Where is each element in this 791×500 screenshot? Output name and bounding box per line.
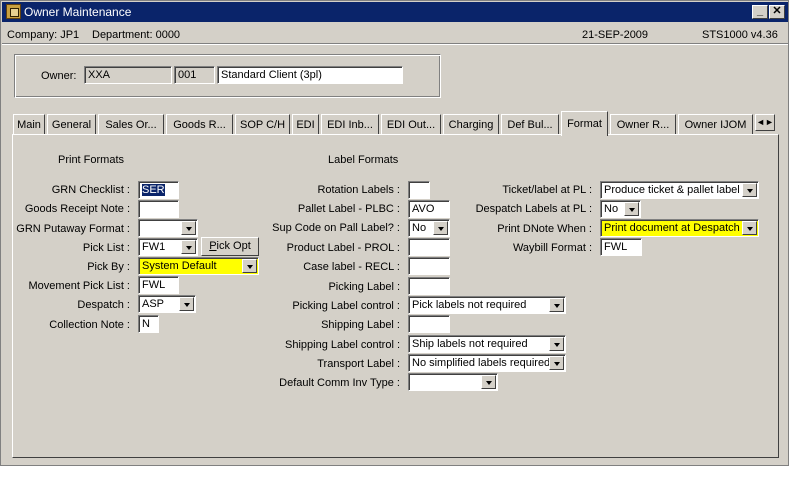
pick-by-select[interactable]: System Default — [138, 257, 259, 275]
owner-label: Owner: — [41, 70, 77, 82]
grn-checklist-field[interactable]: SER — [138, 181, 179, 199]
tab-main[interactable]: Main — [13, 114, 45, 135]
tab-charging[interactable]: Charging — [443, 114, 499, 135]
shipping-label-field[interactable] — [408, 315, 450, 333]
default-comm-inv-type-select[interactable] — [408, 373, 498, 391]
picking-label-label: Picking Label : — [328, 281, 400, 293]
case-label-label: Case label - RECL : — [303, 261, 400, 273]
chevron-down-icon[interactable] — [181, 221, 196, 235]
grn-checklist-label: GRN Checklist : — [51, 184, 130, 196]
app-icon — [6, 4, 21, 19]
tab-general[interactable]: General — [47, 114, 96, 135]
movement-pick-list-label: Movement Pick List : — [28, 280, 130, 292]
shipping-label-control-select[interactable]: Ship labels not required — [408, 335, 566, 353]
date-text: 21-SEP-2009 — [582, 29, 649, 41]
tab-def-bulk[interactable]: Def Bul... — [501, 114, 559, 135]
shipping-label-label: Shipping Label : — [321, 319, 400, 331]
tab-format[interactable]: Format — [561, 111, 608, 136]
tab-edi-outbound[interactable]: EDI Out... — [381, 114, 441, 135]
chevron-down-icon[interactable] — [179, 297, 194, 311]
transport-label-select[interactable]: No simplified labels required — [408, 354, 566, 372]
movement-pick-list-field[interactable]: FWL — [138, 276, 179, 294]
chevron-down-icon[interactable] — [481, 375, 496, 389]
despatch-labels-at-pl-label: Despatch Labels at PL : — [475, 203, 592, 215]
window-title: Owner Maintenance — [24, 5, 132, 19]
tab-edi[interactable]: EDI — [292, 114, 319, 135]
title-bar[interactable]: Owner Maintenance _ ✕ — [2, 2, 788, 22]
grn-putaway-format-select[interactable] — [138, 219, 198, 237]
chevron-down-icon[interactable] — [624, 202, 639, 216]
despatch-select[interactable]: ASP — [138, 295, 196, 313]
owner-maintenance-window: Owner Maintenance _ ✕ Company: JP1 Depar… — [0, 0, 789, 466]
product-label-field[interactable] — [408, 238, 450, 256]
waybill-format-field[interactable]: FWL — [600, 238, 642, 256]
collection-note-label: Collection Note : — [49, 319, 130, 331]
tab-sales-orders[interactable]: Sales Or... — [98, 114, 164, 135]
rotation-labels-label: Rotation Labels : — [317, 184, 400, 196]
product-label-label: Product Label - PROL : — [286, 242, 400, 254]
department-text: Department: 0000 — [92, 29, 181, 41]
despatch-label: Despatch : — [77, 299, 130, 311]
transport-label-label: Transport Label : — [317, 358, 400, 370]
print-dnote-when-select[interactable]: Print document at Despatch — [600, 219, 759, 237]
owner-name-field[interactable]: Standard Client (3pl) — [217, 66, 403, 84]
label-formats-heading: Label Formats — [328, 154, 399, 166]
pick-by-label: Pick By : — [87, 261, 130, 273]
format-tab-panel: Print Formats GRN Checklist : SER Goods … — [12, 134, 779, 458]
pick-opt-button[interactable]: Pick Opt — [201, 237, 259, 256]
chevron-down-icon[interactable] — [549, 298, 564, 312]
ticket-label-at-pl-label: Ticket/label at PL : — [502, 184, 592, 196]
despatch-labels-at-pl-select[interactable]: No — [600, 200, 641, 218]
waybill-format-label: Waybill Format : — [512, 242, 592, 254]
pallet-label-field[interactable]: AVO — [408, 200, 450, 218]
picking-label-control-label: Picking Label control : — [292, 300, 400, 312]
chevron-down-icon[interactable] — [742, 183, 757, 197]
pick-list-label: Pick List : — [82, 242, 130, 254]
owner-code-field[interactable]: XXA — [84, 66, 172, 84]
shipping-label-control-label: Shipping Label control : — [285, 339, 400, 351]
pallet-label-label: Pallet Label - PLBC : — [297, 203, 400, 215]
chevron-down-icon[interactable] — [242, 259, 257, 273]
default-comm-inv-type-label: Default Comm Inv Type : — [279, 377, 400, 389]
sup-code-on-pall-select[interactable]: No — [408, 219, 450, 237]
owner-number-field[interactable]: 001 — [174, 66, 215, 84]
tab-scroll-arrows[interactable]: ◄► — [755, 114, 775, 131]
ticket-label-at-pl-select[interactable]: Produce ticket & pallet label — [600, 181, 759, 199]
tab-edi-inbound[interactable]: EDI Inb... — [321, 114, 379, 135]
pick-list-select[interactable]: FW1 — [138, 238, 198, 256]
close-button[interactable]: ✕ — [769, 5, 785, 19]
chevron-down-icon[interactable] — [549, 337, 564, 351]
grn-putaway-format-label: GRN Putaway Format : — [16, 223, 130, 235]
chevron-down-icon[interactable] — [742, 221, 757, 235]
goods-receipt-note-field[interactable] — [138, 200, 179, 218]
chevron-down-icon[interactable] — [433, 221, 448, 235]
collection-note-field[interactable]: N — [138, 315, 159, 333]
chevron-down-icon[interactable] — [549, 356, 564, 370]
minimize-button[interactable]: _ — [752, 5, 768, 19]
rotation-labels-field[interactable] — [408, 181, 430, 199]
sup-code-on-pall-label: Sup Code on Pall Label? : — [272, 222, 400, 234]
print-dnote-when-label: Print DNote When : — [497, 223, 592, 235]
header-divider — [2, 43, 788, 45]
case-label-field[interactable] — [408, 257, 450, 275]
tab-goods-receipt[interactable]: Goods R... — [166, 114, 233, 135]
chevron-down-icon[interactable] — [181, 240, 196, 254]
goods-receipt-note-label: Goods Receipt Note : — [24, 203, 130, 215]
tab-owner-r[interactable]: Owner R... — [610, 114, 676, 135]
company-text: Company: JP1 — [7, 29, 80, 41]
picking-label-field[interactable] — [408, 277, 450, 295]
tab-sop-ch[interactable]: SOP C/H — [235, 114, 290, 135]
picking-label-control-select[interactable]: Pick labels not required — [408, 296, 566, 314]
print-formats-heading: Print Formats — [58, 154, 125, 166]
version-text: STS1000 v4.36 — [702, 29, 778, 41]
tab-owner-ijom[interactable]: Owner IJOM — [678, 114, 753, 135]
